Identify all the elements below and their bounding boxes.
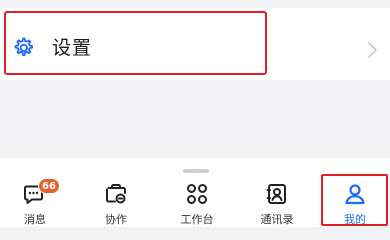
collaboration-icon	[106, 184, 126, 204]
drag-handle[interactable]	[183, 169, 209, 173]
unread-badge: 66	[38, 178, 60, 194]
top-spacer	[0, 0, 390, 8]
mine-tab-highlight-box	[321, 174, 388, 226]
workbench-icon	[187, 184, 207, 204]
tab-label: 工作台	[180, 213, 214, 226]
settings-highlight-box	[4, 11, 267, 75]
chevron-right-icon	[368, 42, 377, 58]
tab-label: 通讯录	[260, 213, 294, 226]
tab-label: 协作	[105, 213, 127, 226]
tab-contacts[interactable]: 通讯录	[242, 182, 312, 226]
tab-messages[interactable]: 66 消息	[0, 178, 70, 226]
tab-collaboration[interactable]: 协作	[81, 182, 151, 226]
contacts-icon	[266, 184, 286, 204]
tab-workbench[interactable]: 工作台	[162, 182, 232, 226]
tab-label: 消息	[24, 213, 46, 226]
